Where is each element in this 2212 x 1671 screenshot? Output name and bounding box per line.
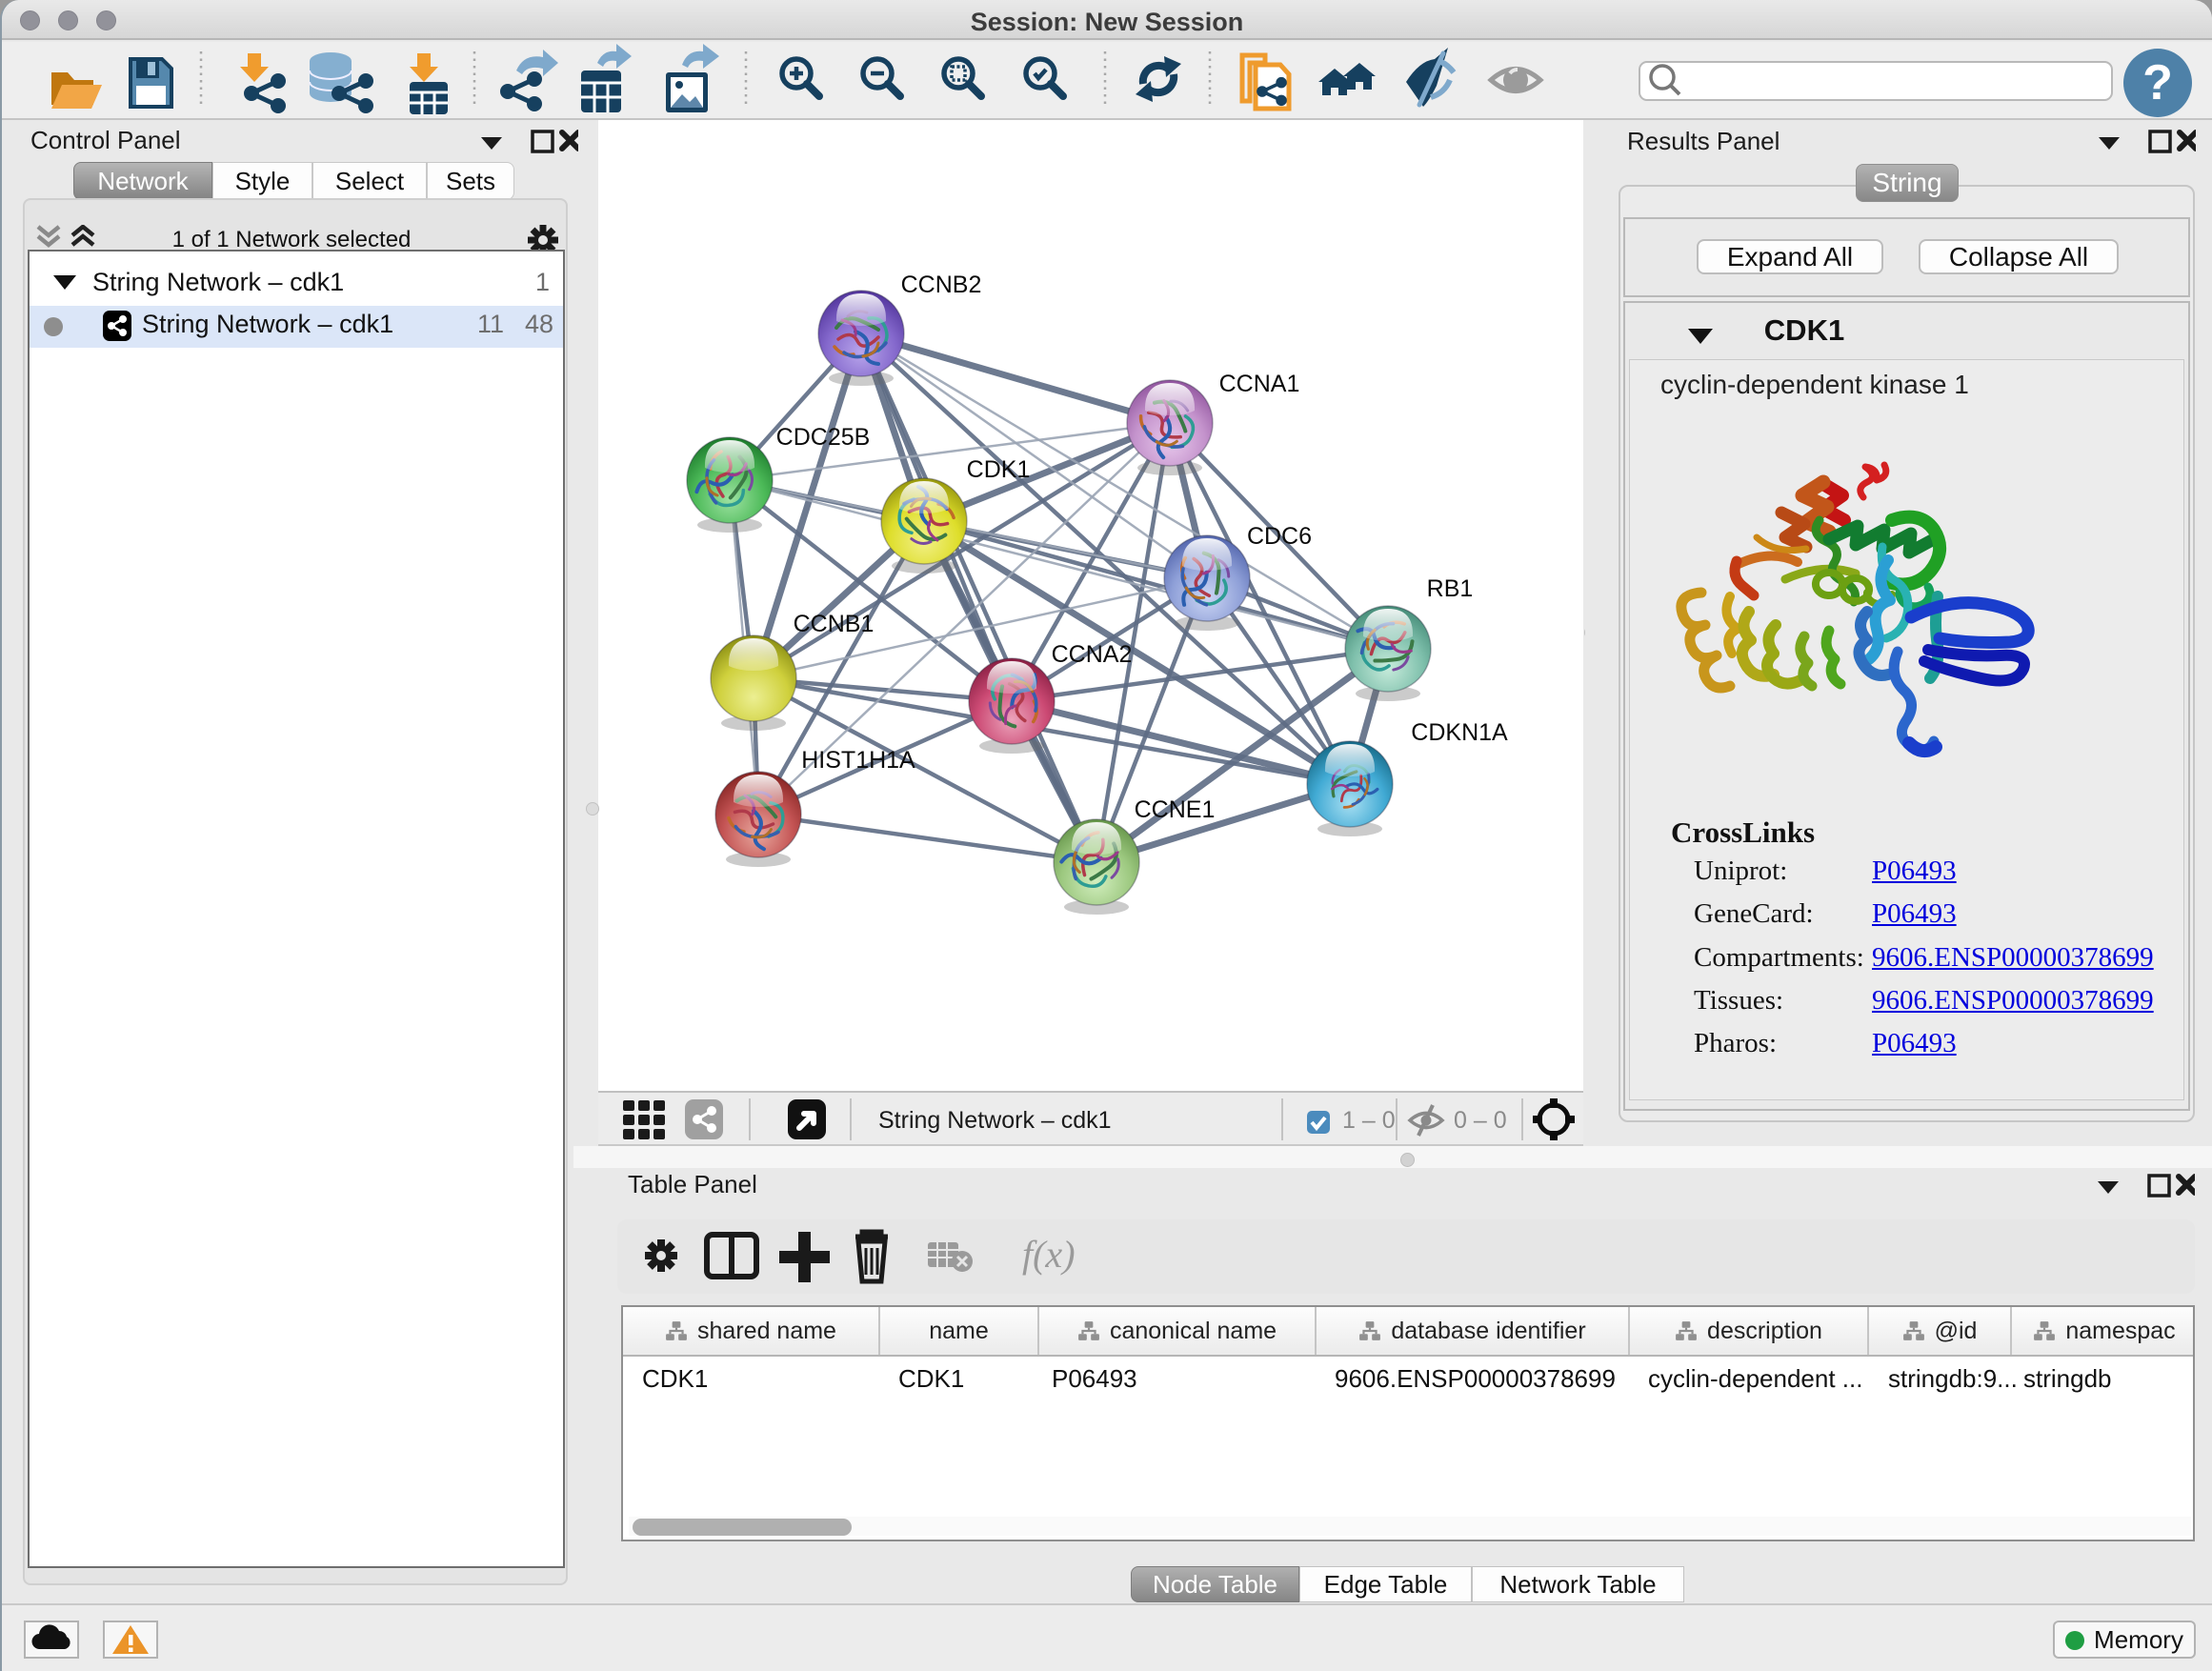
svg-text:CCNA2: CCNA2 [1052, 641, 1133, 668]
svg-text:HIST1H1A: HIST1H1A [801, 747, 915, 774]
svg-text:String Network – cdk1: String Network – cdk1 [878, 1107, 1112, 1134]
svg-text:?: ? [2142, 55, 2173, 111]
svg-text:CDC6: CDC6 [1247, 523, 1312, 550]
svg-text:CDK1: CDK1 [967, 456, 1031, 483]
svg-text:RB1: RB1 [1427, 575, 1474, 602]
svg-text:CCNE1: CCNE1 [1135, 796, 1216, 823]
svg-text:CCNB2: CCNB2 [901, 272, 982, 298]
svg-text:0 – 0: 0 – 0 [1454, 1107, 1507, 1134]
svg-text:CCNB1: CCNB1 [794, 611, 875, 637]
svg-text:CCNA1: CCNA1 [1219, 371, 1300, 397]
svg-text:CDC25B: CDC25B [776, 424, 871, 451]
svg-text:1 – 0: 1 – 0 [1342, 1107, 1396, 1134]
svg-text:f(x): f(x) [1022, 1233, 1076, 1276]
svg-text:CDKN1A: CDKN1A [1411, 719, 1508, 746]
